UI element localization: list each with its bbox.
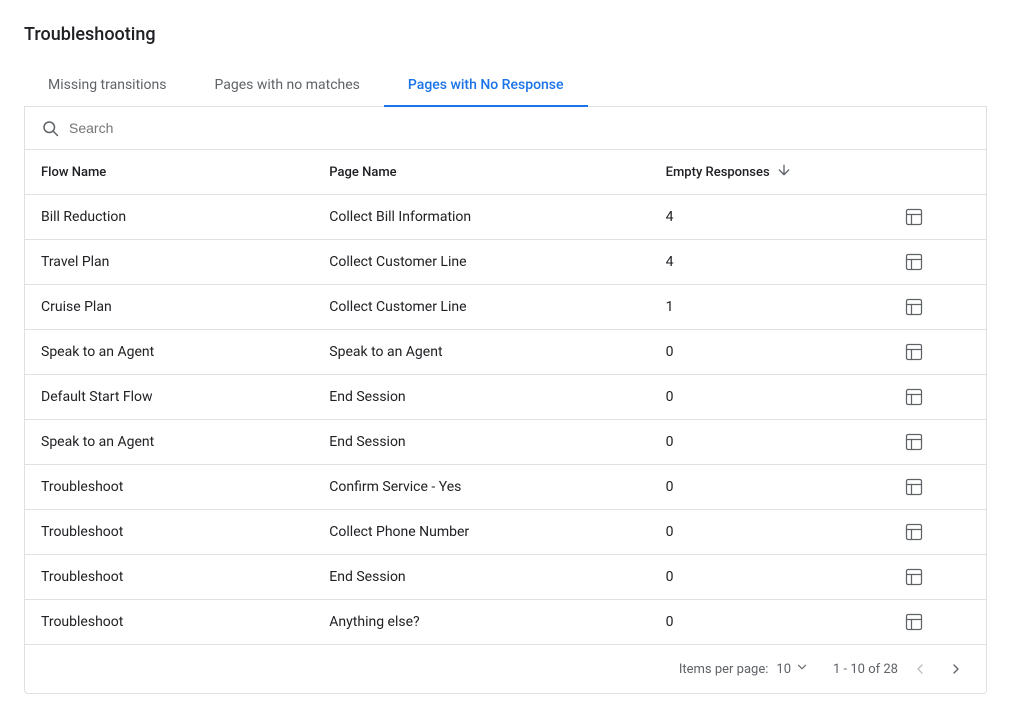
search-icon (41, 119, 59, 137)
pagination-nav: 1 - 10 of 28 (833, 655, 970, 683)
cell-flow-name: Default Start Flow (25, 375, 313, 420)
cell-flow-name: Troubleshoot (25, 555, 313, 600)
col-header-page-name: Page Name (313, 150, 649, 195)
cell-page-name: Collect Phone Number (313, 510, 649, 555)
cell-empty-responses: 0 (650, 330, 842, 375)
cell-action (842, 285, 986, 330)
cell-action (842, 195, 986, 240)
cell-action (842, 420, 986, 465)
cell-action (842, 600, 986, 645)
col-header-empty-responses: Empty Responses (650, 150, 842, 195)
cell-page-name: Collect Bill Information (313, 195, 649, 240)
cell-page-name: Speak to an Agent (313, 330, 649, 375)
cell-action (842, 510, 986, 555)
cell-flow-name: Bill Reduction (25, 195, 313, 240)
cell-flow-name: Speak to an Agent (25, 330, 313, 375)
sort-arrow-icon[interactable] (776, 162, 792, 182)
cell-action (842, 465, 986, 510)
items-per-page-value: 10 (776, 662, 791, 677)
cell-page-name: End Session (313, 420, 649, 465)
cell-page-name: Collect Customer Line (313, 285, 649, 330)
content-area: Flow Name Page Name Empty Responses (24, 107, 987, 694)
cell-page-name: End Session (313, 555, 649, 600)
cell-empty-responses: 4 (650, 240, 842, 285)
page-title: Troubleshooting (24, 24, 987, 45)
view-details-icon[interactable] (858, 477, 970, 497)
table-row: Speak to an AgentEnd Session0 (25, 420, 986, 465)
view-details-icon[interactable] (858, 612, 970, 632)
cell-page-name: Confirm Service - Yes (313, 465, 649, 510)
search-input[interactable] (69, 120, 970, 136)
dropdown-arrow-icon (795, 660, 809, 678)
cell-empty-responses: 0 (650, 465, 842, 510)
cell-flow-name: Troubleshoot (25, 600, 313, 645)
table-row: Default Start FlowEnd Session0 (25, 375, 986, 420)
cell-empty-responses: 0 (650, 420, 842, 465)
search-bar (25, 107, 986, 150)
tabs-container: Missing transitions Pages with no matche… (24, 65, 987, 107)
cell-flow-name: Troubleshoot (25, 465, 313, 510)
cell-flow-name: Cruise Plan (25, 285, 313, 330)
items-per-page-section: Items per page: 10 (679, 660, 809, 678)
next-page-button[interactable] (942, 655, 970, 683)
table-row: TroubleshootCollect Phone Number0 (25, 510, 986, 555)
tab-pages-no-matches[interactable]: Pages with no matches (191, 65, 384, 107)
cell-empty-responses: 1 (650, 285, 842, 330)
tab-missing-transitions[interactable]: Missing transitions (24, 65, 191, 107)
cell-page-name: Collect Customer Line (313, 240, 649, 285)
table-row: TroubleshootConfirm Service - Yes0 (25, 465, 986, 510)
view-details-icon[interactable] (858, 522, 970, 542)
data-table: Flow Name Page Name Empty Responses (25, 150, 986, 644)
view-details-icon[interactable] (858, 207, 970, 227)
cell-empty-responses: 0 (650, 375, 842, 420)
table-row: TroubleshootAnything else?0 (25, 600, 986, 645)
view-details-icon[interactable] (858, 432, 970, 452)
prev-page-button[interactable] (906, 655, 934, 683)
cell-page-name: End Session (313, 375, 649, 420)
tab-pages-no-response[interactable]: Pages with No Response (384, 65, 588, 107)
cell-action (842, 330, 986, 375)
view-details-icon[interactable] (858, 297, 970, 317)
items-per-page-select[interactable]: 10 (776, 660, 809, 678)
table-footer: Items per page: 10 1 - 10 of 28 (25, 644, 986, 693)
items-per-page-label: Items per page: (679, 662, 769, 677)
view-details-icon[interactable] (858, 342, 970, 362)
cell-flow-name: Speak to an Agent (25, 420, 313, 465)
cell-empty-responses: 0 (650, 555, 842, 600)
view-details-icon[interactable] (858, 252, 970, 272)
col-header-flow-name: Flow Name (25, 150, 313, 195)
table-row: Speak to an AgentSpeak to an Agent0 (25, 330, 986, 375)
cell-empty-responses: 0 (650, 600, 842, 645)
cell-empty-responses: 4 (650, 195, 842, 240)
cell-empty-responses: 0 (650, 510, 842, 555)
view-details-icon[interactable] (858, 387, 970, 407)
view-details-icon[interactable] (858, 567, 970, 587)
col-header-action (842, 150, 986, 195)
cell-action (842, 375, 986, 420)
table-row: Travel PlanCollect Customer Line4 (25, 240, 986, 285)
table-row: Cruise PlanCollect Customer Line1 (25, 285, 986, 330)
cell-flow-name: Travel Plan (25, 240, 313, 285)
cell-page-name: Anything else? (313, 600, 649, 645)
cell-flow-name: Troubleshoot (25, 510, 313, 555)
table-row: Bill ReductionCollect Bill Information4 (25, 195, 986, 240)
cell-action (842, 240, 986, 285)
table-row: TroubleshootEnd Session0 (25, 555, 986, 600)
cell-action (842, 555, 986, 600)
pagination-label: 1 - 10 of 28 (833, 662, 898, 677)
